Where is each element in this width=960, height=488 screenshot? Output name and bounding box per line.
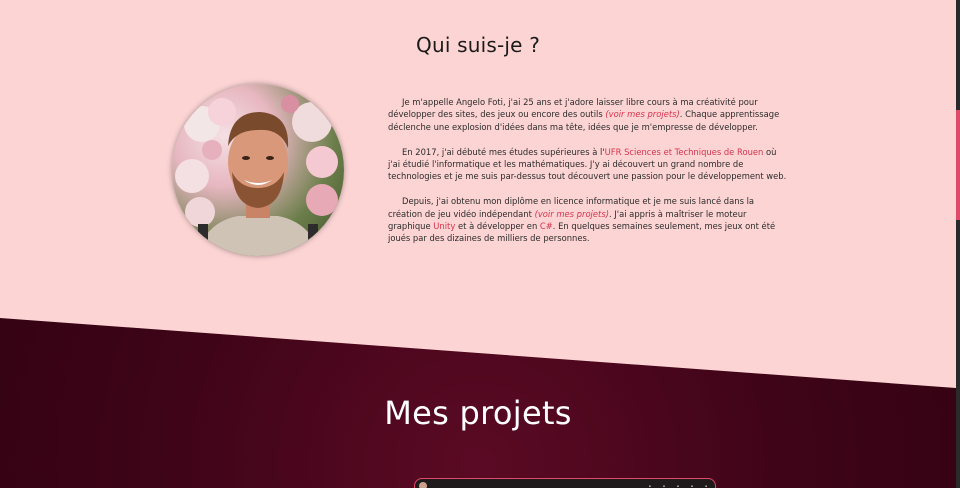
about-paragraph-2: En 2017, j'ai débuté mes études supérieu…	[388, 146, 788, 183]
preview-nav-item: ▪	[648, 484, 651, 488]
preview-nav-item: ▪	[662, 484, 665, 488]
project-preview-card[interactable]: ▪ ▪ ▪ ▪ ▪	[414, 478, 716, 488]
preview-logo-icon	[419, 482, 427, 488]
projects-link-2[interactable]: (voir mes projets)	[535, 209, 609, 219]
profile-photo-illustration	[175, 95, 338, 256]
about-title: Qui suis-je ?	[416, 33, 541, 57]
about-p2-text: En 2017, j'ai débuté mes études supérieu…	[402, 146, 605, 157]
projects-title: Mes projets	[384, 394, 572, 432]
about-paragraph-1: Je m'appelle Angelo Foti, j'ai 25 ans et…	[388, 96, 788, 133]
preview-nav-item: ▪	[676, 484, 679, 488]
university-link[interactable]: UFR Sciences et Techniques de Rouen	[605, 147, 764, 157]
projects-link-1[interactable]: (voir mes projets)	[605, 109, 679, 119]
csharp-highlight: C#	[539, 221, 553, 232]
preview-nav-item: ▪	[704, 484, 707, 488]
about-paragraph-3: Depuis, j'ai obtenu mon diplôme en licen…	[388, 195, 788, 245]
preview-nav: ▪ ▪ ▪ ▪ ▪	[649, 484, 707, 488]
unity-highlight: Unity	[433, 221, 456, 232]
preview-nav-item: ▪	[690, 484, 693, 488]
scrollbar-thumb[interactable]	[956, 110, 960, 220]
scrollbar[interactable]	[956, 0, 960, 488]
about-description: Je m'appelle Angelo Foti, j'ai 25 ans et…	[388, 96, 788, 257]
page: Qui suis-je ? Je m'appelle Angelo Foti, …	[0, 0, 956, 488]
profile-photo	[172, 84, 344, 256]
about-p3-text-3: et à développer en	[455, 221, 540, 232]
